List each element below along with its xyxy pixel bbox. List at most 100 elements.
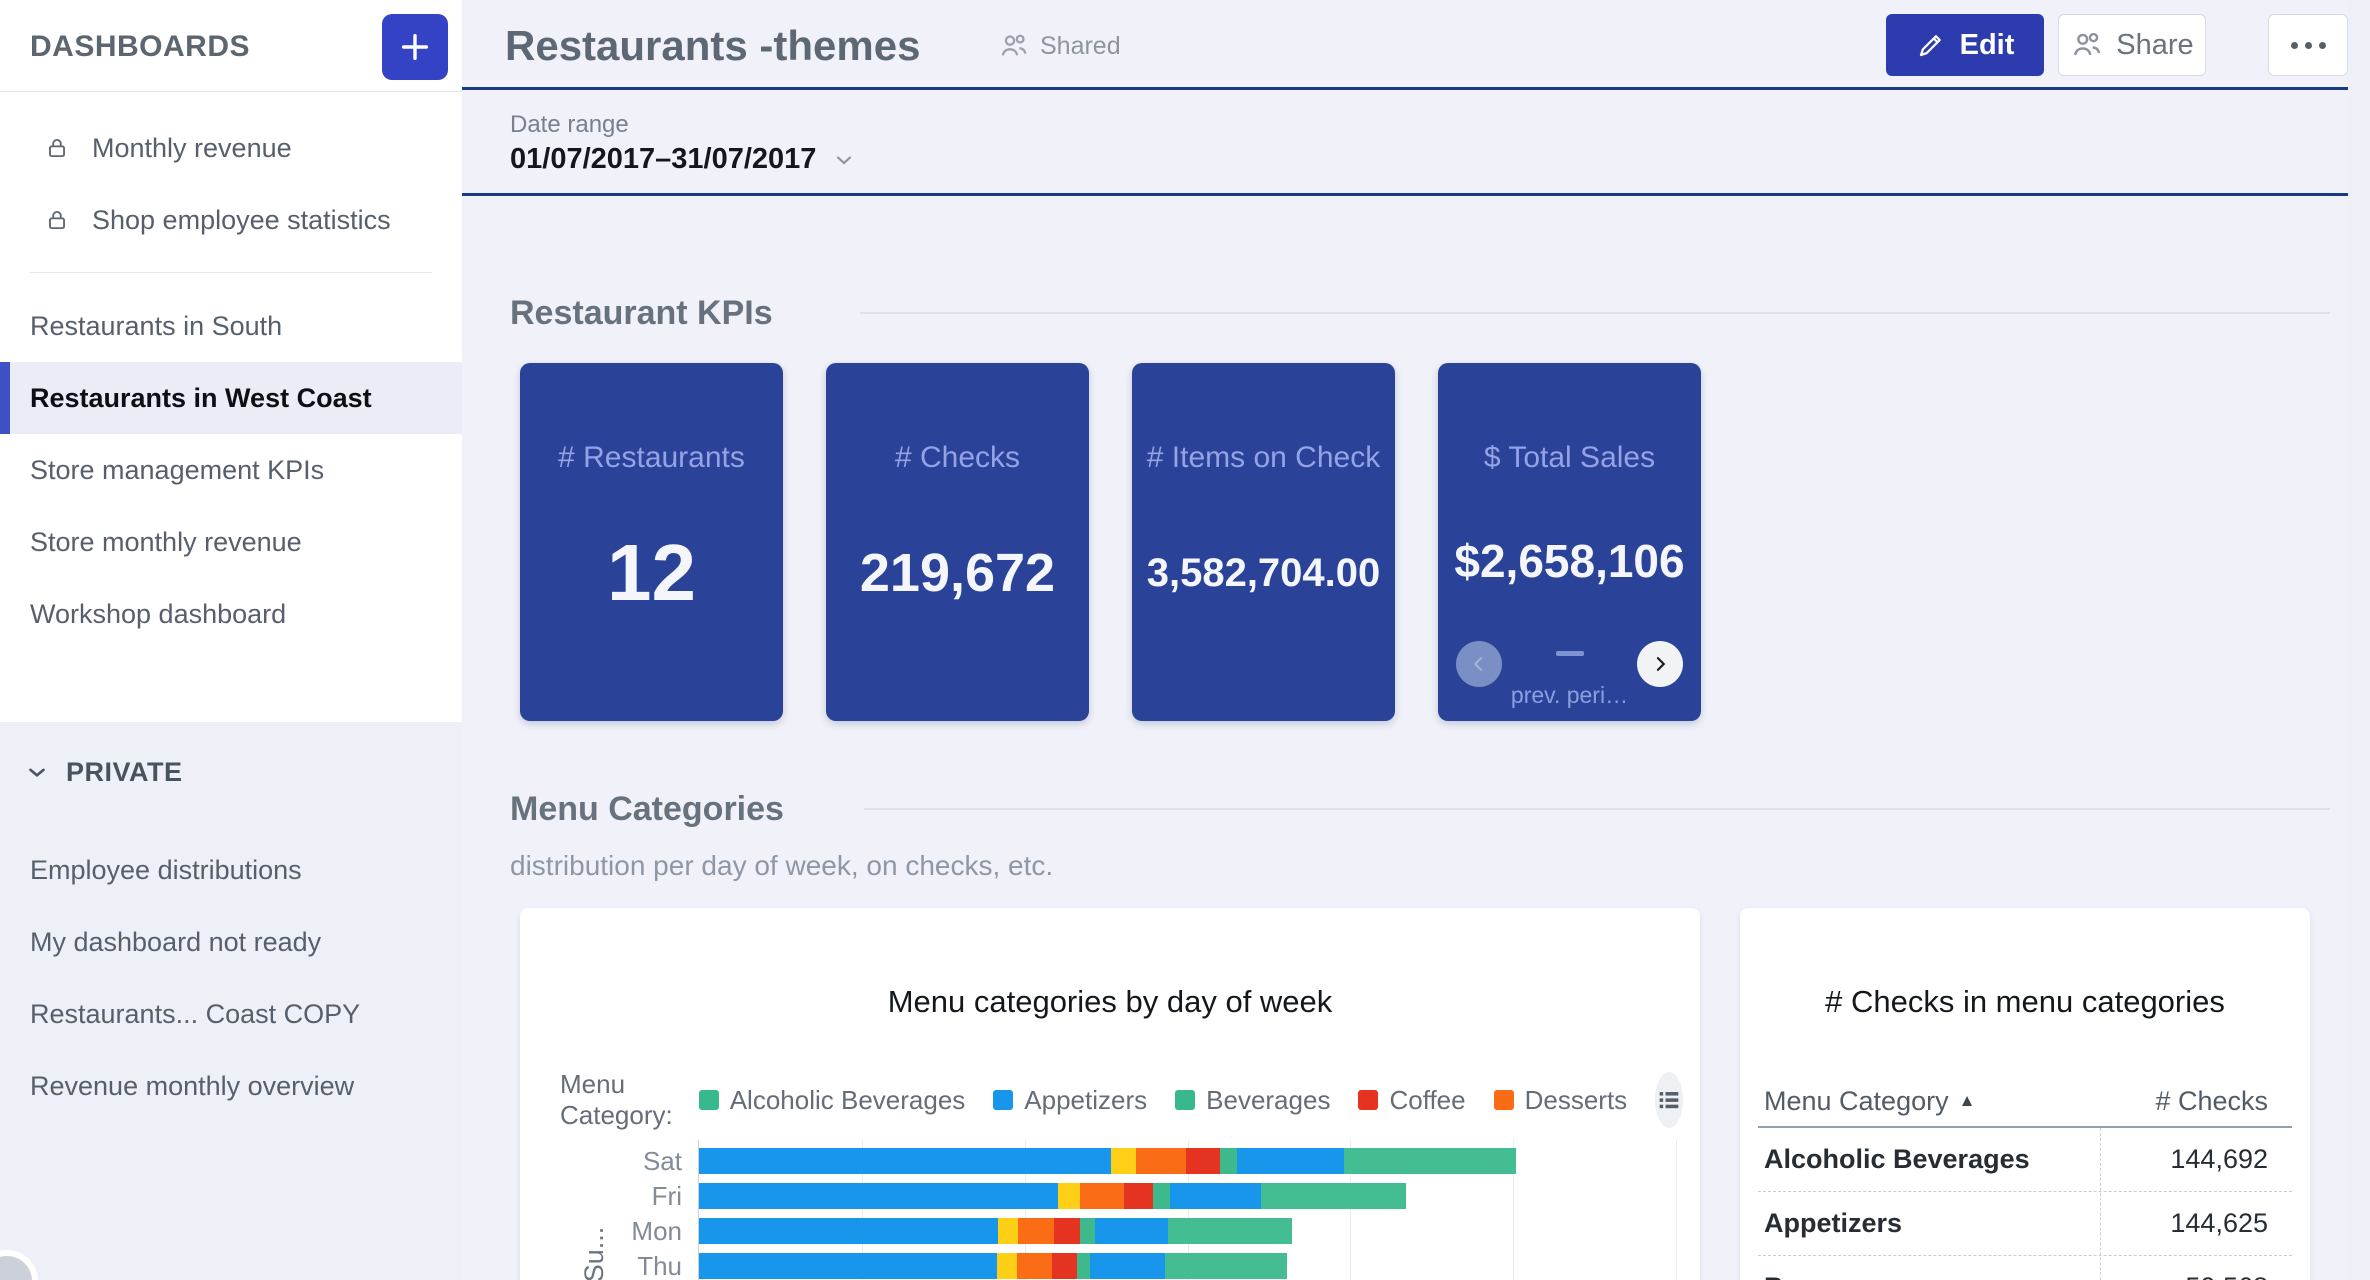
column-header-category[interactable]: Menu Category (1758, 1086, 1949, 1117)
bar-segment[interactable] (1017, 1253, 1052, 1279)
filter-bar: Date range 01/07/2017–31/07/2017 (462, 93, 2370, 196)
bar-row (699, 1183, 1676, 1209)
table-row[interactable]: Alcoholic Beverages 144,692 (1758, 1128, 2292, 1192)
table-row[interactable]: Appetizers 144,625 (1758, 1192, 2292, 1256)
legend-label: Menu Category: (560, 1069, 673, 1131)
bar-segment[interactable] (1058, 1183, 1080, 1209)
bar-segment[interactable] (699, 1253, 997, 1279)
bar-segment[interactable] (1080, 1183, 1124, 1209)
bar-segment[interactable] (1080, 1218, 1095, 1244)
chevron-down-icon (24, 759, 66, 785)
bar-segment[interactable] (1237, 1148, 1343, 1174)
sidebar-item-private[interactable]: Revenue monthly overview (0, 1050, 462, 1122)
sidebar-private-list: Employee distributions My dashboard not … (0, 834, 462, 1122)
main-area: Restaurants -themes Shared (462, 0, 2370, 1280)
y-axis-title-column: Week (Su... (560, 1140, 610, 1280)
previous-period-button[interactable] (1456, 641, 1502, 687)
bar-segment[interactable] (699, 1218, 998, 1244)
bar-segment[interactable] (1052, 1253, 1077, 1279)
bar-rows (699, 1140, 1676, 1279)
bar-segment[interactable] (1018, 1218, 1053, 1244)
legend-item[interactable]: Appetizers (993, 1085, 1147, 1116)
kpi-value: 3,582,704.00 (1140, 513, 1387, 633)
bar-segment[interactable] (1168, 1218, 1292, 1244)
bar-segment[interactable] (1170, 1183, 1261, 1209)
bar-segment[interactable] (1077, 1253, 1090, 1279)
sidebar-item-label: Workshop dashboard (30, 599, 286, 630)
shared-label: Shared (1040, 32, 1121, 61)
bar-segment[interactable] (1111, 1148, 1135, 1174)
sidebar-item-label: Employee distributions (30, 855, 302, 886)
table-body: Alcoholic Beverages 144,692 Appetizers 1… (1758, 1128, 2292, 1280)
private-section-header[interactable]: PRIVATE (0, 740, 462, 804)
date-range-value: 01/07/2017–31/07/2017 (510, 143, 816, 176)
kpi-card[interactable]: # Restaurants 12 (520, 363, 783, 721)
people-icon (2070, 28, 2116, 62)
bar-segment[interactable] (699, 1148, 1111, 1174)
bar-segment[interactable] (1344, 1148, 1516, 1174)
sidebar-item-label: Store management KPIs (30, 455, 324, 486)
sidebar-item-dashboard[interactable]: Restaurants in South (0, 290, 462, 362)
legend-item-label: Beverages (1206, 1085, 1330, 1116)
bar-segment[interactable] (1124, 1183, 1153, 1209)
sidebar-item-dashboard[interactable]: Restaurants in West Coast (0, 362, 462, 434)
sidebar-item-private[interactable]: My dashboard not ready (0, 906, 462, 978)
share-button[interactable]: Share (2058, 14, 2206, 76)
bar-segment[interactable] (1095, 1218, 1168, 1244)
sidebar-item-label: Restaurants in West Coast (30, 383, 372, 414)
private-section-label: PRIVATE (66, 757, 183, 788)
sort-ascending-icon[interactable]: ▲ (1959, 1091, 1976, 1111)
edit-button[interactable]: Edit (1886, 14, 2044, 76)
y-tick-label: Mon (610, 1218, 698, 1244)
legend-item[interactable]: Coffee (1358, 1085, 1465, 1116)
bar-row (699, 1148, 1676, 1174)
kpi-card[interactable]: # Items on Check 3,582,704.00 (1132, 363, 1395, 721)
scroll-gutter[interactable] (2348, 0, 2370, 1280)
sidebar-item-private[interactable]: Employee distributions (0, 834, 462, 906)
bar-segment[interactable] (1165, 1253, 1287, 1279)
legend-item-label: Appetizers (1024, 1085, 1147, 1116)
cell-checks: 144,625 (2170, 1208, 2292, 1239)
sidebar-item-locked[interactable]: Monthly revenue (0, 112, 462, 184)
kpi-compare-controls: prev. peri… (1452, 627, 1687, 711)
more-options-button[interactable] (2268, 14, 2348, 76)
legend-items: Alcoholic Beverages Appetizers Beverages (699, 1085, 1655, 1116)
date-range-label: Date range (510, 111, 629, 139)
bar-segment[interactable] (1054, 1218, 1080, 1244)
bar-segment[interactable] (998, 1218, 1019, 1244)
legend-item[interactable]: Beverages (1175, 1085, 1330, 1116)
legend-list-button[interactable] (1655, 1072, 1683, 1128)
kpi-value: $2,658,106 (1446, 501, 1693, 621)
bar-segment[interactable] (699, 1183, 1058, 1209)
topbar-actions: Edit Share (1886, 14, 2348, 76)
sidebar-header: DASHBOARDS (0, 0, 462, 92)
bar-segment[interactable] (1153, 1183, 1170, 1209)
bar-segment[interactable] (1261, 1183, 1407, 1209)
next-period-button[interactable] (1637, 641, 1683, 687)
sidebar-item-locked[interactable]: Shop employee statistics (0, 184, 462, 256)
bar-segment[interactable] (997, 1253, 1017, 1279)
column-header-checks[interactable]: # Checks (2155, 1086, 2292, 1117)
kpi-title: # Checks (838, 439, 1077, 476)
sidebar-item-dashboard[interactable]: Workshop dashboard (0, 578, 462, 650)
bar-segment[interactable] (1090, 1253, 1165, 1279)
legend-swatch (993, 1090, 1013, 1110)
bar-segment[interactable] (1136, 1148, 1186, 1174)
legend-item-label: Alcoholic Beverages (730, 1085, 966, 1116)
sidebar-item-dashboard[interactable]: Store management KPIs (0, 434, 462, 506)
legend-swatch (1175, 1090, 1195, 1110)
sidebar-item-private[interactable]: Restaurants... Coast COPY (0, 978, 462, 1050)
date-range-filter[interactable]: 01/07/2017–31/07/2017 (510, 143, 856, 176)
menu-section-title: Menu Categories (510, 790, 784, 829)
kpi-section-title: Restaurant KPIs (510, 294, 773, 333)
bar-segment[interactable] (1220, 1148, 1238, 1174)
bar-segment[interactable] (1186, 1148, 1220, 1174)
legend-item[interactable]: Desserts (1494, 1085, 1628, 1116)
legend-item[interactable]: Alcoholic Beverages (699, 1085, 966, 1116)
kpi-card[interactable]: $ Total Sales $2,658,106 prev. peri… (1438, 363, 1701, 721)
kpi-card[interactable]: # Checks 219,672 (826, 363, 1089, 721)
add-dashboard-button[interactable] (382, 14, 448, 80)
sidebar-item-dashboard[interactable]: Store monthly revenue (0, 506, 462, 578)
table-row[interactable]: Beverages 50,568 (1758, 1256, 2292, 1280)
compare-dash (1556, 651, 1584, 656)
